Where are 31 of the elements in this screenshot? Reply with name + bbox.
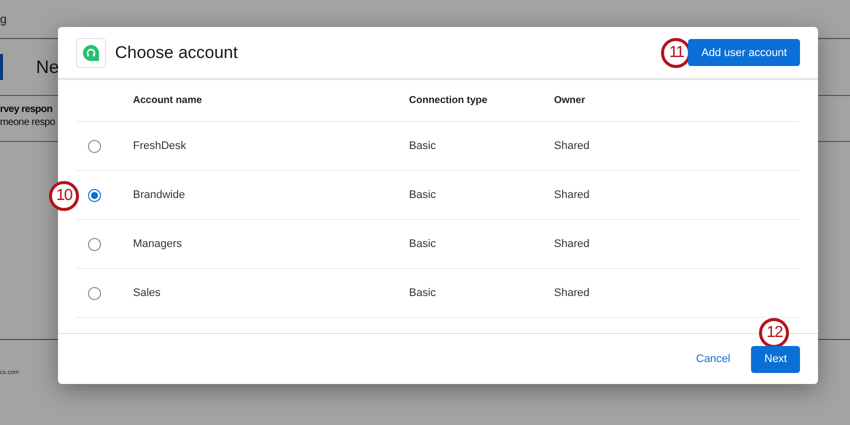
page-heading: Ne: [36, 56, 60, 78]
page-header-text: g: [0, 12, 7, 26]
table-cell-text: Shared: [554, 287, 590, 299]
callout-number: 12: [759, 318, 790, 348]
table-cell-text: Basic: [409, 287, 437, 299]
table-cell-text: Shared: [554, 238, 590, 250]
column-header: Account name: [133, 95, 203, 106]
table-cell-text: Basic: [409, 189, 437, 201]
table-cell-text: Managers: [133, 238, 183, 250]
radio-button[interactable]: [88, 188, 101, 202]
table-cell-text: Basic: [409, 238, 437, 250]
radio-button[interactable]: [88, 140, 101, 152]
callout-number: 10: [49, 181, 79, 211]
radio-button[interactable]: [88, 286, 101, 300]
table-cell-text: Brandwide: [133, 189, 186, 201]
dialog-title: Choose account: [115, 42, 238, 62]
column-header: Owner: [554, 95, 586, 106]
next-button[interactable]: Next: [751, 346, 800, 372]
add-user-account-button[interactable]: Add user account: [688, 39, 800, 66]
headset-logo-icon: [76, 38, 106, 68]
radio-button[interactable]: [88, 238, 101, 250]
notice-text: meone respo: [0, 117, 56, 128]
table-cell-text: Shared: [554, 140, 590, 152]
table-cell-text: Sales: [133, 287, 162, 299]
cancel-link[interactable]: Cancel: [692, 349, 734, 369]
table-cell-text: FreshDesk: [133, 140, 188, 152]
accent-bar: [0, 54, 3, 80]
notice-title: rvey respon: [0, 104, 54, 115]
table-cell-text: Shared: [554, 189, 590, 201]
column-header: Connection type: [409, 95, 488, 106]
table-cell-text: Basic: [409, 140, 437, 152]
